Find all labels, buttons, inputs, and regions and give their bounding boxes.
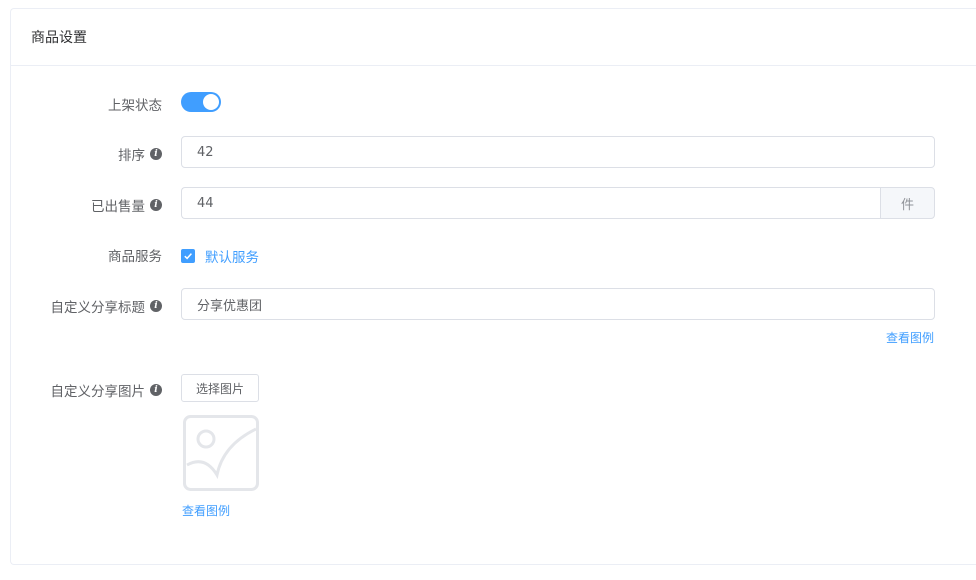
info-icon[interactable]: i — [150, 148, 162, 160]
check-icon — [181, 249, 195, 263]
service-row: 商品服务 默认服务 — [11, 243, 976, 266]
switch-knob — [203, 94, 219, 110]
share-title-label: 自定义分享标题 i — [51, 296, 162, 316]
info-icon[interactable]: i — [150, 300, 162, 312]
sort-input[interactable]: 42 — [181, 136, 935, 168]
service-label: 商品服务 — [108, 249, 162, 265]
share-image-example-link[interactable]: 查看图例 — [182, 502, 230, 519]
sort-row: 排序 i 42 — [11, 136, 976, 168]
share-title-row: 自定义分享标题 i 分享优惠团 — [11, 288, 976, 320]
sold-label: 已出售量 i — [91, 195, 162, 215]
status-row: 上架状态 — [11, 92, 976, 114]
share-title-input[interactable]: 分享优惠团 — [181, 288, 935, 320]
settings-card: 商品设置 上架状态 排序 i 42 已出售量 i 44 件 商品服务 默认服务 … — [10, 8, 976, 565]
select-image-button[interactable]: 选择图片 — [181, 374, 260, 402]
share-title-example-link[interactable]: 查看图例 — [886, 329, 934, 346]
service-checkbox[interactable]: 默认服务 — [181, 246, 259, 266]
service-option-label: 默认服务 — [205, 250, 259, 266]
sold-unit: 件 — [880, 187, 935, 219]
image-placeholder-icon[interactable] — [183, 415, 259, 495]
card-title: 商品设置 — [11, 9, 976, 66]
status-label: 上架状态 — [108, 98, 162, 114]
status-switch[interactable] — [181, 92, 221, 112]
info-icon[interactable]: i — [150, 384, 162, 396]
share-image-row: 自定义分享图片 i 选择图片 — [11, 374, 976, 402]
sort-label: 排序 i — [118, 144, 162, 164]
share-image-label: 自定义分享图片 i — [51, 380, 162, 400]
sold-input-group: 44 件 — [181, 187, 935, 219]
info-icon[interactable]: i — [150, 199, 162, 211]
sold-row: 已出售量 i 44 件 — [11, 187, 976, 219]
sold-input[interactable]: 44 — [181, 187, 880, 219]
